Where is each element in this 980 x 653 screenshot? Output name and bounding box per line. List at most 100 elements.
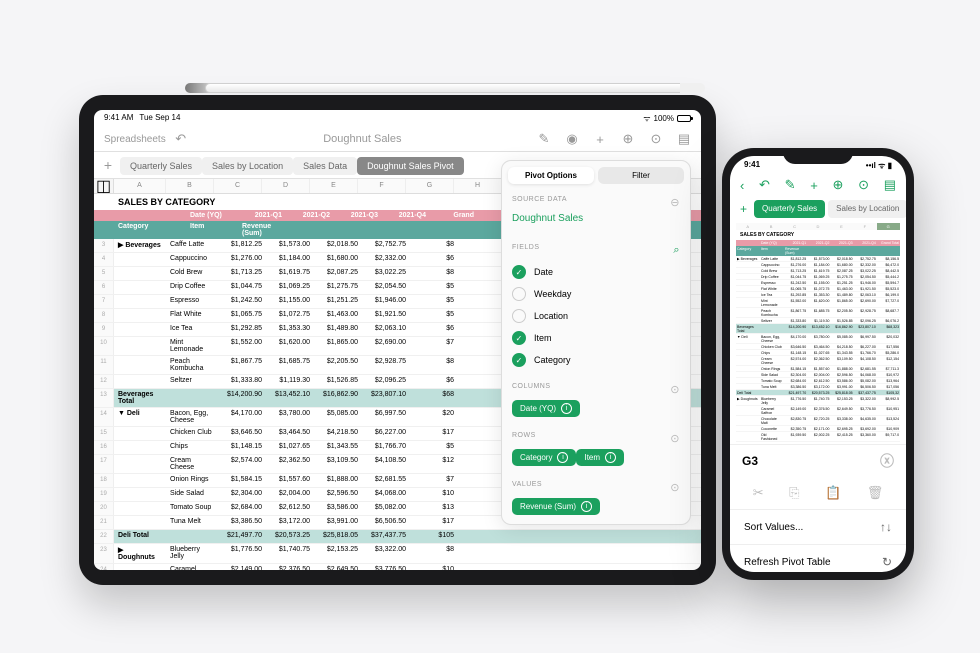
more-icon[interactable]: ⊙ — [858, 177, 869, 193]
field-checkbox[interactable] — [512, 287, 526, 301]
table-row[interactable]: Caramel Saffron$2,149.00$2,376.50$2,649.… — [736, 406, 900, 416]
add-icon[interactable]: + — [593, 132, 607, 146]
table-row[interactable]: 23▶ DoughnutsBlueberry Jelly$1,776.50$1,… — [94, 544, 701, 564]
table-row[interactable]: Mint Lemonade$1,552.00$1,620.00$1,865.00… — [736, 298, 900, 308]
close-icon[interactable]: ⓧ — [880, 451, 894, 471]
undo-icon[interactable]: ↶ — [174, 132, 188, 146]
context-menu-item[interactable]: Sort Values... ↑↓ — [730, 509, 906, 544]
iphone-toolbar: ‹ ↶ ✎ + ⊕ ⊙ ▤ — [730, 173, 906, 197]
iphone-header-row2: CategoryItemRevenue (Sum) — [736, 246, 900, 256]
brush-icon[interactable]: ✎ — [785, 177, 796, 193]
field-item[interactable]: ✓Category — [512, 349, 680, 371]
table-row[interactable]: Beverages Total$14,200.90$13,452.10$16,8… — [736, 324, 900, 334]
column-header[interactable]: A — [114, 179, 166, 193]
cut-icon[interactable]: ✂ — [753, 485, 764, 501]
note-icon[interactable]: ◉ — [565, 132, 579, 146]
doc-title: Doughnut Sales — [188, 133, 537, 145]
corner-cell[interactable]: ◫ — [94, 179, 114, 193]
back-icon[interactable]: ‹ — [740, 178, 744, 193]
info-icon[interactable]: i — [581, 501, 592, 512]
delete-icon[interactable]: 🗑 — [867, 485, 884, 501]
collab-icon[interactable]: ⊕ — [621, 132, 635, 146]
sheet-tab[interactable]: Doughnut Sales Pivot — [357, 157, 464, 175]
cell-reference-bar: G3 ⓧ — [730, 444, 906, 477]
cell-ref-label: G3 — [742, 454, 758, 468]
pivot-pill[interactable]: Itemi — [576, 449, 624, 466]
column-header[interactable]: F — [358, 179, 406, 193]
iphone-spreadsheet[interactable]: ABCDEFG SALES BY CATEGORY Date (YQ)2021-… — [730, 221, 906, 444]
pivot-pill[interactable]: Date (YQ)i — [512, 400, 580, 417]
column-header[interactable]: B — [759, 223, 782, 230]
table-row[interactable]: Cream Cheese$2,574.00$2,362.50$3,109.50$… — [736, 356, 900, 366]
field-item[interactable]: ✓ Item — [512, 327, 680, 349]
copy-icon[interactable]: ⎘ — [789, 485, 799, 501]
field-checkbox[interactable]: ✓ — [512, 353, 526, 367]
column-header[interactable]: D — [262, 179, 310, 193]
column-header[interactable]: F — [853, 223, 876, 230]
collab-icon[interactable]: ⊕ — [833, 177, 844, 193]
table-row[interactable]: ▼ DeliBacon, Egg, Cheese$4,170.00$3,780.… — [736, 334, 900, 344]
table-row[interactable]: 22Deli Total$21,497.70$20,573.25$25,818.… — [94, 530, 701, 544]
column-header[interactable]: E — [830, 223, 853, 230]
rows-more-icon[interactable]: ⊙ — [670, 432, 680, 445]
field-item[interactable]: Weekday — [512, 283, 680, 305]
info-icon[interactable]: i — [605, 452, 616, 463]
column-header[interactable]: G — [877, 223, 900, 230]
field-checkbox[interactable]: ✓ — [512, 265, 526, 279]
menu-label: Sort Values... — [744, 522, 803, 533]
table-row[interactable]: ▶ DoughnutsBlueberry Jelly$1,776.50$1,74… — [736, 396, 900, 406]
battery-icon — [677, 115, 691, 122]
columns-more-icon[interactable]: ⊙ — [670, 383, 680, 396]
add-icon[interactable]: + — [810, 178, 818, 193]
field-name: Item — [534, 333, 552, 343]
field-checkbox[interactable]: ✓ — [512, 331, 526, 345]
field-checkbox[interactable] — [512, 309, 526, 323]
column-header[interactable]: H — [454, 179, 502, 193]
field-item[interactable]: ✓Date — [512, 261, 680, 283]
column-header[interactable]: C — [783, 223, 806, 230]
format-icon[interactable]: ▤ — [884, 177, 896, 193]
field-item[interactable]: Location — [512, 305, 680, 327]
brush-icon[interactable]: ✎ — [537, 132, 551, 146]
table-row[interactable]: Chocolate Malt$2,830.75$2,720.25$3,338.0… — [736, 416, 900, 426]
table-row[interactable]: Old Fashioned$1,939.50$2,002.25$2,415.25… — [736, 432, 900, 442]
pivot-pill[interactable]: Revenue (Sum)i — [512, 498, 600, 515]
iphone-sheet-tabs: + Quarterly Sales Sales by Location — [730, 197, 906, 221]
more-icon[interactable]: ⊙ — [649, 132, 663, 146]
tab-quarterly-sales[interactable]: Quarterly Sales — [754, 200, 825, 218]
sheet-tab[interactable]: Sales by Location — [202, 157, 293, 175]
values-more-icon[interactable]: ⊙ — [670, 481, 680, 494]
column-header[interactable]: D — [806, 223, 829, 230]
format-panel-icon[interactable]: ▤ — [677, 132, 691, 146]
column-header[interactable]: E — [310, 179, 358, 193]
add-sheet-button[interactable]: + — [100, 157, 116, 173]
tab-sales-by-location[interactable]: Sales by Location — [828, 200, 906, 218]
back-label[interactable]: Spreadsheets — [104, 134, 166, 145]
column-header[interactable]: G — [406, 179, 454, 193]
source-data-name[interactable]: Doughnut Sales — [512, 213, 680, 224]
add-tab-icon[interactable]: + — [736, 200, 751, 218]
undo-icon[interactable]: ↶ — [759, 177, 770, 193]
info-icon[interactable]: i — [557, 452, 568, 463]
info-icon[interactable]: i — [561, 403, 572, 414]
ipad-device: 9:41 AM Tue Sep 14 ᯤ 100% Spreadsheets ↶… — [79, 95, 716, 585]
context-menu-item[interactable]: Refresh Pivot Table↻ — [730, 544, 906, 572]
column-header[interactable]: A — [736, 223, 759, 230]
paste-icon[interactable]: 📋 — [825, 485, 841, 501]
source-more-icon[interactable]: ⊖ — [670, 196, 680, 209]
sheet-tab[interactable]: Quarterly Sales — [120, 157, 202, 175]
sheet-tab[interactable]: Sales Data — [293, 157, 357, 175]
table-row[interactable]: Peach Kombucha$1,867.75$1,685.75$2,205.5… — [736, 308, 900, 318]
source-data-label: SOURCE DATA — [512, 196, 567, 209]
table-row[interactable]: 24Caramel Saffron$2,149.00$2,376.50$2,64… — [94, 564, 701, 570]
pivot-pill[interactable]: Categoryi — [512, 449, 576, 466]
iphone-device: 9:41 ••ıl ᯤ ▮ ‹ ↶ ✎ + ⊕ ⊙ ▤ + Quarterly … — [722, 148, 914, 580]
pivot-tab-options[interactable]: Pivot Options — [508, 167, 594, 184]
column-header[interactable]: C — [214, 179, 262, 193]
pivot-tab-filter[interactable]: Filter — [598, 167, 684, 184]
column-header[interactable]: B — [166, 179, 214, 193]
field-name: Location — [534, 311, 568, 321]
menu-icon: ↑↓ — [880, 520, 892, 534]
search-fields-icon[interactable]: ⌕ — [673, 244, 680, 257]
fields-label: FIELDS — [512, 244, 540, 257]
